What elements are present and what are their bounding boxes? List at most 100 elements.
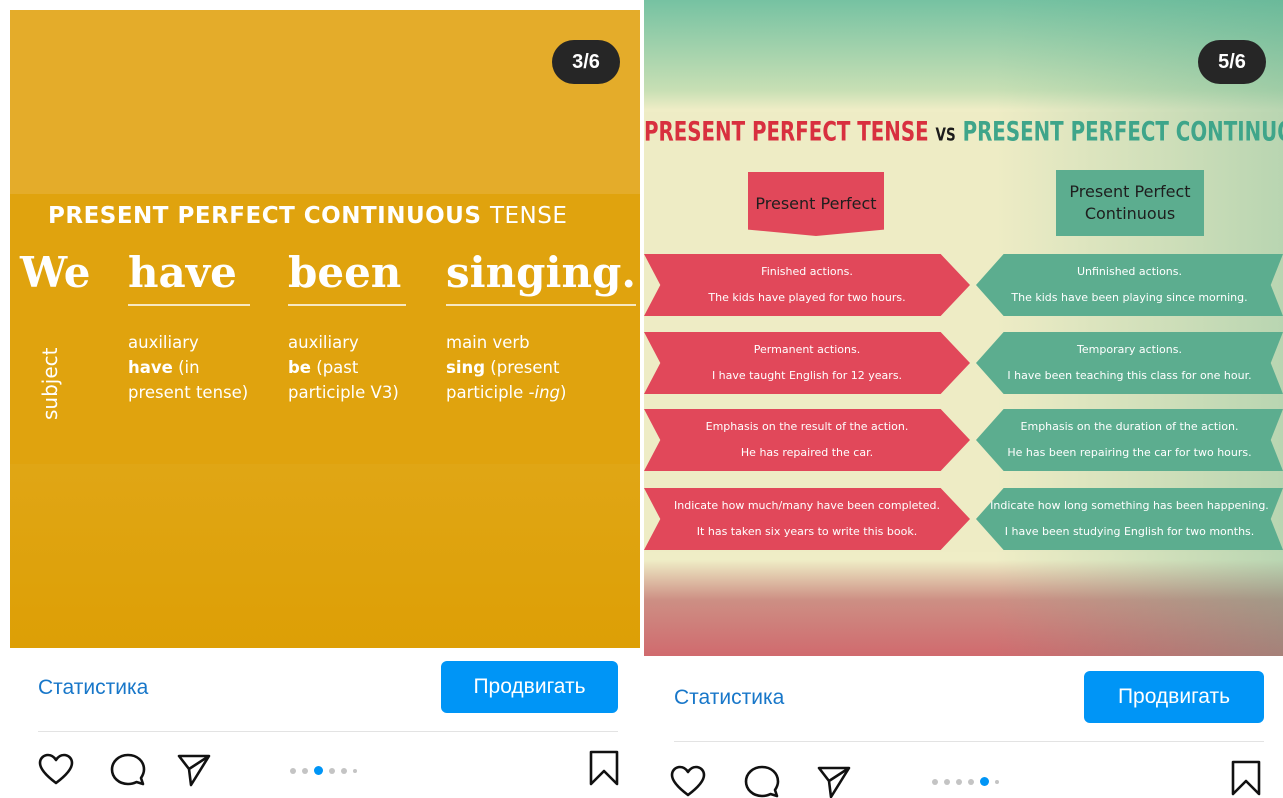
ribbon-title: Finished actions. (761, 265, 853, 278)
right-ribbon: Emphasis on the duration of the action. … (976, 409, 1283, 471)
comment-icon[interactable] (110, 752, 146, 788)
carousel-dot (944, 778, 950, 785)
role-line: present tense) (128, 383, 249, 402)
statistics-link[interactable]: Статистика (674, 686, 784, 710)
left-ribbon: Emphasis on the result of the action. He… (644, 409, 970, 471)
title-vs: VS (935, 123, 956, 146)
send-icon[interactable] (176, 752, 212, 788)
statistics-link[interactable]: Статистика (38, 676, 148, 700)
word-been: been (288, 248, 402, 297)
carousel-dot (995, 779, 999, 784)
ribbon-title: Emphasis on the duration of the action. (1020, 420, 1239, 433)
slide-tint (644, 0, 1283, 656)
title-green: PRESENT PERFECT CONTINUOUS TENSE (962, 117, 1283, 148)
role-rest: (present (485, 358, 560, 377)
footer-divider (674, 741, 1264, 742)
post-3: PRESENT PERFECT CONTINUOUS TENSE We have… (0, 0, 640, 798)
ribbon-example: The kids have played for two hours. (708, 291, 906, 304)
role-line: participle V3) (288, 383, 399, 402)
heading-bold: PRESENT PERFECT CONTINUOUS (48, 203, 482, 229)
ribbon-example: He has been repairing the car for two ho… (1007, 446, 1252, 459)
slide-band-top (10, 10, 640, 194)
slide-counter: 3/6 (552, 40, 620, 84)
word-have: have (128, 248, 237, 297)
right-ribbon: Indicate how long something has been hap… (976, 488, 1283, 550)
left-ribbon: Indicate how much/many have been complet… (644, 488, 970, 550)
send-icon[interactable] (816, 764, 852, 798)
footer-divider (38, 731, 618, 732)
ribbon-example: He has repaired the car. (740, 446, 874, 459)
ribbon-title: Temporary actions. (1077, 343, 1182, 356)
ribbon-example: I have been studying English for two mon… (1004, 525, 1255, 538)
carousel-dots (290, 766, 357, 775)
header-label: Continuous (1084, 204, 1176, 223)
role-line: auxiliary (288, 333, 359, 352)
comment-icon[interactable] (744, 764, 780, 798)
right-ribbon: Temporary actions. I have been teaching … (976, 332, 1283, 394)
role-italic: -ing (528, 383, 561, 402)
carousel-dot (302, 767, 308, 774)
word-singing: singing. (446, 248, 636, 297)
slide-band-bottom (10, 464, 640, 648)
carousel-dot-active (314, 766, 323, 775)
role-keyword: have (128, 358, 173, 377)
carousel-dot (353, 768, 357, 773)
bookmark-icon[interactable] (1228, 760, 1264, 796)
carousel-dot (341, 767, 347, 774)
role-singing: main verb sing (present participle -ing) (446, 330, 566, 405)
header-label: Present Perfect (1069, 182, 1191, 201)
present-perfect-header: Present Perfect (748, 172, 884, 236)
role-line: sing (present (446, 355, 566, 380)
left-ribbon: Finished actions. The kids have played f… (644, 254, 970, 316)
word-underline (446, 304, 636, 306)
promote-button[interactable]: Продвигать (441, 661, 618, 713)
ribbon-title: Indicate how long something has been hap… (990, 499, 1269, 512)
present-perfect-continuous-header: Present Perfect Continuous (1056, 170, 1204, 236)
carousel-dots (932, 777, 999, 786)
word-underline (288, 304, 406, 306)
comparison-title: PRESENT PERFECT TENSE VS PRESENT PERFECT… (644, 118, 1283, 148)
carousel-dot (290, 767, 296, 774)
ribbon-title: Indicate how much/many have been complet… (674, 499, 940, 512)
role-line: participle -ing) (446, 380, 566, 405)
role-been: auxiliary be (past participle V3) (288, 330, 399, 405)
carousel-dot (968, 778, 974, 785)
slide-counter: 5/6 (1198, 40, 1266, 84)
ribbon-example: It has taken six years to write this boo… (696, 525, 918, 538)
promote-button[interactable]: Продвигать (1084, 671, 1264, 723)
bookmark-icon[interactable] (586, 750, 622, 786)
header-label: Present Perfect (755, 194, 877, 213)
ribbon-title: Unfinished actions. (1076, 265, 1182, 278)
role-rest: (in (172, 358, 200, 377)
heart-icon[interactable] (38, 752, 74, 788)
post-5: PRESENT PERFECT TENSE VS PRESENT PERFECT… (644, 0, 1283, 798)
carousel-slide-image[interactable]: PRESENT PERFECT CONTINUOUS TENSE We have… (10, 10, 640, 648)
carousel-dot (329, 767, 335, 774)
role-line: be (past (288, 355, 399, 380)
slide-heading: PRESENT PERFECT CONTINUOUS TENSE (48, 203, 567, 229)
ribbon-title: Permanent actions. (753, 343, 861, 356)
carousel-dot (932, 778, 938, 785)
word-we: We (20, 248, 91, 297)
carousel-dot (956, 778, 962, 785)
role-rest: ) (560, 383, 567, 402)
role-keyword: sing (446, 358, 486, 377)
ribbon-example: I have taught English for 12 years. (711, 369, 903, 382)
right-ribbon: Unfinished actions. The kids have been p… (976, 254, 1283, 316)
carousel-dot-active (980, 777, 989, 786)
subject-label: subject (38, 347, 62, 421)
word-underline (128, 304, 250, 306)
role-keyword: be (288, 358, 312, 377)
ribbon-example: The kids have been playing since morning… (1011, 291, 1248, 304)
role-rest: participle (446, 383, 529, 402)
heart-icon[interactable] (670, 764, 706, 798)
heading-light: TENSE (489, 203, 568, 229)
role-rest: (past (311, 358, 359, 377)
role-line: auxiliary (128, 333, 199, 352)
title-red: PRESENT PERFECT TENSE (644, 117, 929, 148)
role-line: main verb (446, 333, 530, 352)
carousel-slide-image[interactable]: PRESENT PERFECT TENSE VS PRESENT PERFECT… (644, 0, 1283, 656)
role-line: have (in (128, 355, 248, 380)
left-ribbon: Permanent actions. I have taught English… (644, 332, 970, 394)
role-have: auxiliary have (in present tense) (128, 330, 248, 405)
